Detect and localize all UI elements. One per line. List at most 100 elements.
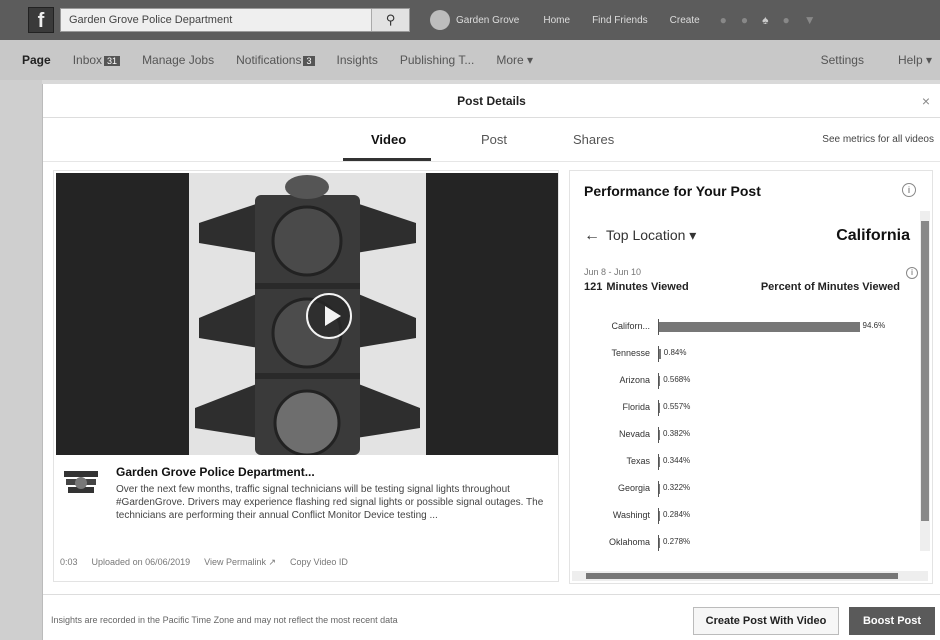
bar-row: Florida 0.557% [570,398,910,418]
upload-date: Uploaded on 06/06/2019 [91,557,191,567]
top-location-row: ← Top Location ▾ California [584,227,910,247]
video-player[interactable] [56,173,558,455]
background-page-sidebar [0,80,42,640]
bar-value-label: 0.278% [663,537,691,546]
tab-inbox[interactable]: Inbox 31 [72,53,121,67]
info-icon[interactable]: i [902,183,916,197]
minutes-info-icon[interactable]: i [906,267,918,279]
horizontal-scroll-thumb[interactable] [586,573,898,579]
post-title[interactable]: Garden Grove Police Department... [116,465,315,479]
tab-video[interactable]: Video [371,132,406,147]
bar-value-label: 0.322% [663,483,691,492]
bar[interactable] [659,511,660,521]
search-field[interactable]: Garden Grove Police Department ⚲ [60,8,410,32]
bar-category-label: Arizona [619,375,650,385]
tab-publishing-tools[interactable]: Publishing T... [400,53,475,67]
account-menu-icon[interactable]: ▼ [804,13,816,27]
bar-value-label: 0.344% [663,456,691,465]
top-location-value: California [836,227,910,244]
vertical-scroll-thumb[interactable] [921,221,929,521]
tab-shares[interactable]: Shares [573,132,614,147]
location-bar-chart: Californ... 94.6% Tennesse 0.84% Arizona 0.56… [570,317,910,557]
tab-notifications-label: Notifications [236,53,302,67]
tab-more[interactable]: More ▾ [496,53,533,67]
tab-settings[interactable]: Settings [821,53,864,67]
search-input[interactable]: Garden Grove Police Department [69,14,371,26]
police-page-logo-icon [62,467,100,501]
minutes-count: 121 [584,281,603,293]
boost-post-button[interactable]: Boost Post [849,607,935,635]
modal-footer: Insights are recorded in the Pacific Tim… [43,594,940,640]
horizontal-scrollbar[interactable] [572,571,928,581]
tab-help[interactable]: Help ▾ [898,53,932,67]
facebook-logo-icon[interactable]: f [28,7,54,33]
minutes-label: Minutes Viewed [606,281,689,293]
tab-notifications[interactable]: Notifications 3 [236,53,315,67]
minutes-viewed: 121 Minutes Viewed [584,281,689,293]
bar-category-label: Nevada [618,429,650,439]
modal-tabs: Video Post Shares See metrics for all vi… [43,118,940,162]
bar[interactable] [659,430,660,440]
nav-home[interactable]: Home [543,15,570,26]
profile-name: Garden Grove [456,14,520,26]
back-arrow-icon[interactable]: ← [584,227,600,245]
bar-category-label: Texas [626,456,650,466]
bar[interactable] [659,349,661,359]
bar[interactable] [659,484,660,494]
nav-create[interactable]: Create [670,15,700,26]
video-card: Garden Grove Police Department... Over t… [53,170,559,582]
bar[interactable] [659,403,661,413]
bar-row: Oklahoma 0.278% [570,533,910,553]
bar-category-label: Tennesse [611,348,650,358]
copy-video-id-link[interactable]: Copy Video ID [290,557,348,568]
tab-page[interactable]: Page [22,53,51,67]
view-permalink-link[interactable]: View Permalink ↗ [204,557,276,568]
bar-category-label: Californ... [611,321,650,331]
inbox-badge: 31 [104,56,121,66]
performance-card: Performance for Your Post i ← Top Locati… [569,170,933,584]
bar-category-label: Florida [622,402,650,412]
bar-row: Nevada 0.382% [570,425,910,445]
modal-title: Post Details [457,94,526,108]
create-post-with-video-button[interactable]: Create Post With Video [693,607,839,635]
bar-value-label: 0.84% [663,348,687,357]
timezone-note: Insights are recorded in the Pacific Tim… [51,615,398,625]
friends-icon[interactable]: ● [720,13,727,27]
help-icon[interactable]: ● [783,13,790,27]
bar-value-label: 94.6% [862,321,886,330]
bar-value-label: 0.557% [663,402,691,411]
bar[interactable] [659,376,661,386]
tab-inbox-label: Inbox [72,53,103,67]
search-icon[interactable]: ⚲ [371,9,409,31]
bar-row: Georgia 0.322% [570,479,910,499]
facebook-topbar: f Garden Grove Police Department ⚲ Garde… [0,0,940,40]
bar[interactable] [659,457,660,467]
bar[interactable] [659,322,860,332]
bar-value-label: 0.568% [663,375,691,384]
tab-insights[interactable]: Insights [337,53,378,67]
profile-link[interactable]: Garden Grove [430,10,519,30]
video-duration: 0:03 [60,557,78,567]
notifications-bell-icon[interactable]: ♠ [762,13,768,27]
close-icon[interactable]: × [922,84,930,118]
see-all-metrics-link[interactable]: See metrics for all videos [822,134,934,145]
active-tab-indicator [343,158,431,161]
bar-category-label: Georgia [617,483,650,493]
page-nav-bar: Page Inbox 31 Manage Jobs Notifications 3 … [0,40,940,80]
bar-row: Washingt 0.284% [570,506,910,526]
top-location-dropdown[interactable]: Top Location ▾ [606,227,696,244]
bar[interactable] [659,538,660,548]
notifications-badge: 3 [303,56,315,66]
tab-manage-jobs[interactable]: Manage Jobs [142,53,214,67]
vertical-scrollbar[interactable] [920,211,930,551]
avatar [430,10,450,30]
post-body: Over the next few months, traffic signal… [116,484,544,521]
bar-row: Californ... 94.6% [570,317,910,337]
play-button-icon[interactable] [306,293,352,339]
bar-row: Arizona 0.568% [570,371,910,391]
bar-value-label: 0.382% [663,429,691,438]
nav-find-friends[interactable]: Find Friends [592,15,648,26]
messages-icon[interactable]: ● [741,13,748,27]
tab-post[interactable]: Post [481,132,507,147]
modal-header: Post Details × [43,84,940,118]
